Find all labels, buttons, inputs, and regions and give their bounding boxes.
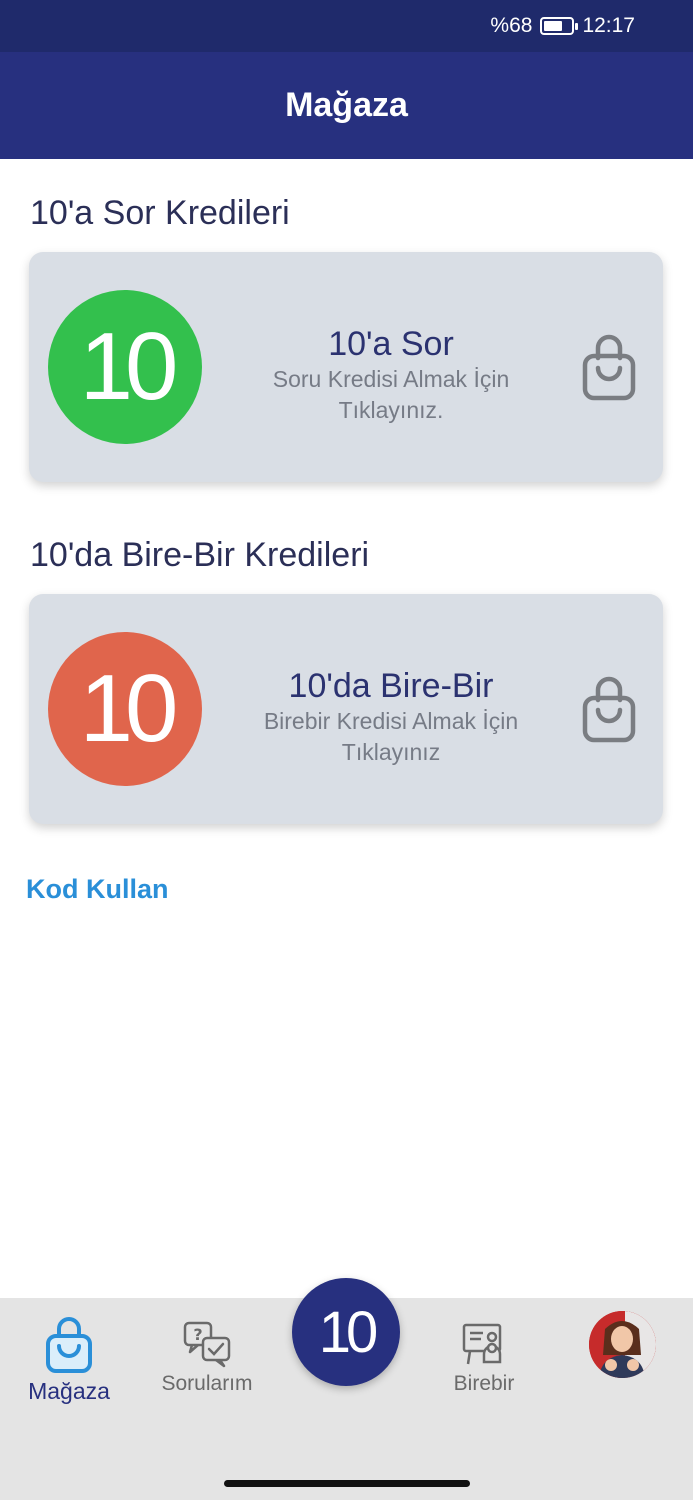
product-card-10a-sor[interactable]: 10 10'a Sor Soru Kredisi Almak İçin Tıkl… [29, 252, 663, 482]
card-title: 10'da Bire-Bir [288, 667, 494, 705]
card-title: 10'a Sor [328, 325, 454, 363]
shopping-bag-icon [46, 1317, 92, 1373]
nav-label: Sorularım [161, 1372, 253, 1395]
battery-percent: %68 [490, 14, 533, 37]
product-card-10da-birebir[interactable]: 10 10'da Bire-Bir Birebir Kredisi Almak … [29, 594, 663, 824]
page-title: Mağaza [285, 86, 408, 124]
svg-text:?: ? [193, 1325, 202, 1344]
home-indicator [224, 1480, 470, 1487]
card-text: 10'a Sor Soru Kredisi Almak İçin Tıklayı… [219, 324, 563, 426]
app-bar: Mağaza [0, 52, 693, 159]
profile-photo [589, 1311, 656, 1378]
card-text: 10'da Bire-Bir Birebir Kredisi Almak İçi… [219, 666, 563, 768]
shopping-bag-icon[interactable] [581, 674, 637, 744]
nav-item-magaza[interactable]: Mağaza [4, 1316, 134, 1405]
clock: 12:17 [582, 14, 635, 37]
logo-10-red: 10 [48, 632, 202, 786]
logo-10-green: 10 [48, 290, 202, 444]
card-subtitle: Birebir Kredisi Almak İçin Tıklayınız [263, 708, 519, 765]
nav-label: Mağaza [28, 1378, 110, 1404]
section-title-10da-birebir: 10'da Bire-Bir Kredileri [30, 536, 370, 574]
section-title-10a-sor: 10'a Sor Kredileri [30, 194, 290, 232]
battery-level-fill [544, 21, 563, 31]
battery-icon [540, 17, 579, 35]
card-subtitle: Soru Kredisi Almak İçin Tıklayınız. [272, 366, 510, 423]
nav-label: Birebir [453, 1372, 515, 1395]
question-chat-icon: ? [183, 1321, 231, 1368]
kod-kullan-link[interactable]: Kod Kullan [26, 874, 169, 905]
nav-item-sorularim[interactable]: ? Sorularım [142, 1320, 272, 1396]
avatar[interactable] [589, 1311, 656, 1378]
status-bar: %68 12:17 [0, 0, 693, 52]
nav-item-birebir[interactable]: Birebir [419, 1322, 549, 1396]
status-indicators: %68 12:17 [490, 14, 635, 38]
center-home-button[interactable]: 10 [292, 1278, 400, 1386]
shopping-bag-icon[interactable] [581, 332, 637, 402]
whiteboard-teacher-icon [462, 1323, 502, 1365]
